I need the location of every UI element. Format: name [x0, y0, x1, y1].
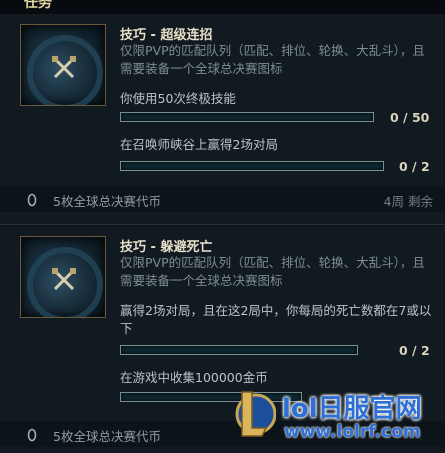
- objective-label: 你使用50次终极技能: [120, 91, 236, 106]
- time-remaining: 4周 剩余: [383, 194, 433, 209]
- reward-row: 5枚全球总决赛代币 4周 剩余: [0, 186, 445, 212]
- reward-text: 5枚全球总决赛代币: [53, 194, 161, 209]
- token-icon: [27, 193, 37, 207]
- watermark-url: www.lolrf.com: [284, 422, 421, 442]
- token-icon: [27, 428, 37, 442]
- mission-card[interactable]: 技巧 - 超级连招 仅限PVP的匹配队列（匹配、排位、轮换、大乱斗），且需要装备…: [0, 14, 445, 225]
- crossed-swords-icon: [52, 56, 76, 79]
- watermark-name: lol日服官网: [282, 394, 422, 424]
- site-watermark: lol日服官网 www.lolrf.com: [232, 388, 442, 448]
- objective-label: 赢得2场对局，且在这2局中，你每局的死亡数都在7或以下: [120, 303, 432, 336]
- objective-count: 0 / 50: [390, 110, 430, 125]
- crossed-swords-icon: [52, 268, 76, 291]
- objective-label: 在游戏中收集100000金币: [120, 370, 268, 385]
- objective-label: 在召唤师峡谷上赢得2场对局: [120, 137, 278, 152]
- mission-icon: [20, 24, 106, 106]
- objective-count: 0 / 2: [399, 343, 430, 358]
- objective-progress-bar: [120, 345, 358, 355]
- mission-title: 技巧 - 超级连招: [120, 28, 213, 43]
- objective-progress-bar: [120, 112, 374, 122]
- reward-text: 5枚全球总决赛代币: [53, 429, 161, 444]
- mission-description: 仅限PVP的匹配队列（匹配、排位、轮换、大乱斗），且需要装备一个全球总决赛图标: [120, 43, 425, 76]
- objective-count: 0 / 2: [399, 159, 430, 174]
- lol-logo-icon: [235, 391, 276, 437]
- mission-icon: [20, 236, 106, 318]
- panel-title: 任务: [24, 0, 52, 11]
- mission-description: 仅限PVP的匹配队列（匹配、排位、轮换、大乱斗），且需要装备一个全球总决赛图标: [120, 255, 425, 288]
- mission-title: 技巧 - 躲避死亡: [120, 240, 213, 255]
- missions-panel: 任务 技巧 - 超级连招 仅限PVP的匹配队列（匹配、排位、轮换、大乱斗），且需…: [0, 0, 445, 453]
- panel-header: 任务: [0, 0, 445, 15]
- objective-progress-bar: [120, 161, 384, 171]
